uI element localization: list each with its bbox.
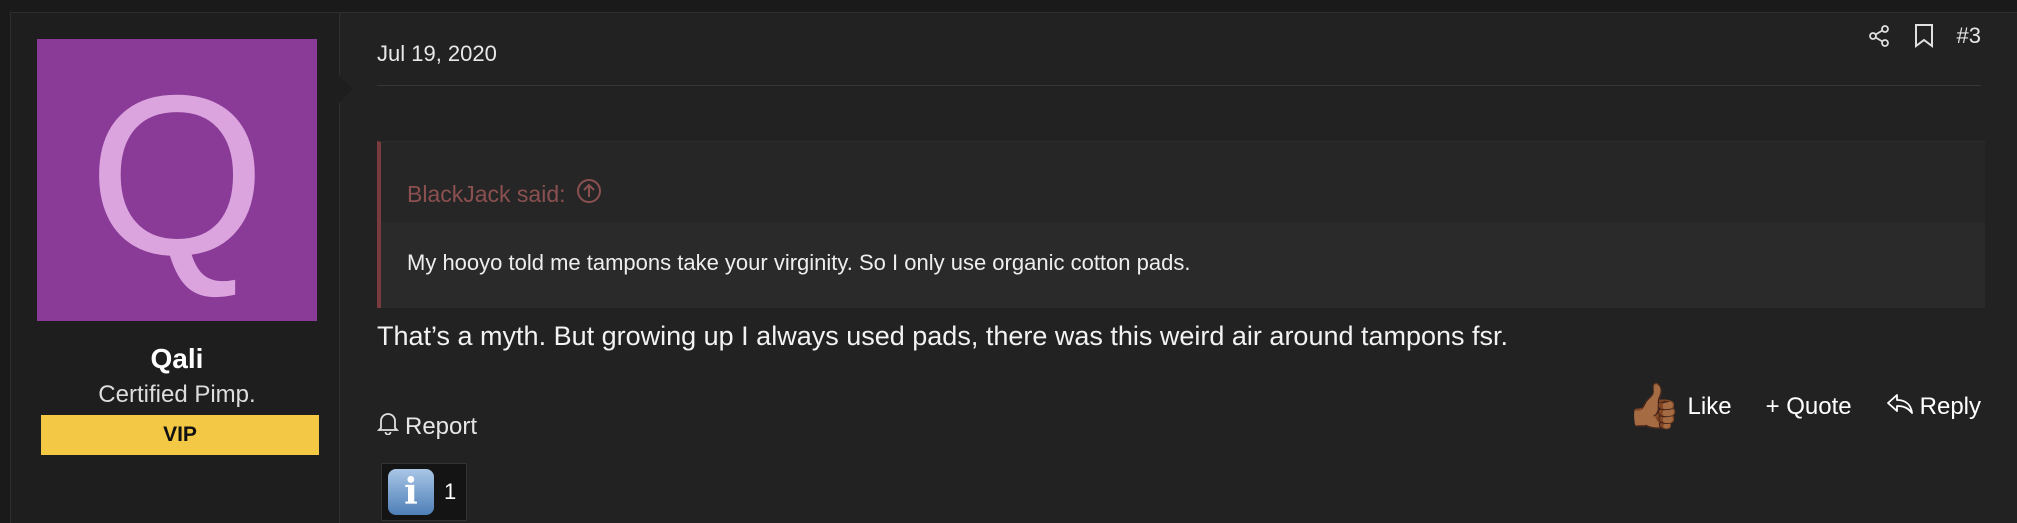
report-link[interactable]: Report	[376, 411, 477, 442]
post-action-bar: 👍🏾 Like + Quote Reply	[1627, 385, 1981, 429]
report-label[interactable]: Report	[405, 413, 477, 441]
user-title: Certified Pimp.	[98, 381, 256, 408]
quote-text: My hooyo told me tampons take your virgi…	[407, 250, 1191, 275]
quote-label[interactable]: + Quote	[1766, 393, 1852, 421]
header-divider	[377, 85, 1981, 86]
post-main: Jul 19, 2020 #3 BlackJack said: My hooyo…	[367, 13, 1985, 523]
quote-author[interactable]: BlackJack said:	[407, 181, 566, 208]
quote-block: BlackJack said: My hooyo told me tampons…	[377, 141, 1985, 308]
avatar-letter: Q	[88, 49, 266, 303]
user-cell: Q Qali Certified Pimp. VIP	[11, 13, 340, 523]
message-post: Q Qali Certified Pimp. VIP Jul 19, 2020	[10, 12, 2017, 523]
reply-button[interactable]: Reply	[1886, 392, 1981, 423]
avatar[interactable]: Q	[37, 39, 317, 321]
bell-icon	[376, 411, 400, 442]
reaction-count[interactable]: 1	[438, 464, 466, 520]
quote-button[interactable]: + Quote	[1766, 393, 1852, 421]
post-date[interactable]: Jul 19, 2020	[377, 41, 497, 67]
user-banner-vip: VIP	[41, 415, 319, 455]
share-icon[interactable]	[1867, 24, 1891, 48]
post-header-actions: #3	[1867, 23, 1981, 49]
like-label[interactable]: Like	[1688, 393, 1732, 421]
message-text: That’s a myth. But growing up I always u…	[377, 321, 1509, 351]
thumbs-up-icon: 👍🏾	[1626, 382, 1682, 431]
reply-label[interactable]: Reply	[1920, 393, 1981, 421]
user-cell-arrow	[339, 75, 353, 103]
quote-body: My hooyo told me tampons take your virgi…	[381, 222, 1985, 308]
info-icon: i	[388, 469, 434, 515]
username[interactable]: Qali	[11, 343, 343, 375]
arrow-up-circle-icon[interactable]	[576, 178, 602, 210]
quote-header[interactable]: BlackJack said:	[407, 178, 602, 210]
reactions-summary[interactable]: i 1	[381, 463, 468, 521]
reply-icon	[1886, 392, 1914, 423]
bookmark-icon[interactable]	[1913, 23, 1935, 49]
like-button[interactable]: 👍🏾 Like	[1627, 385, 1732, 429]
post-number[interactable]: #3	[1957, 23, 1981, 49]
